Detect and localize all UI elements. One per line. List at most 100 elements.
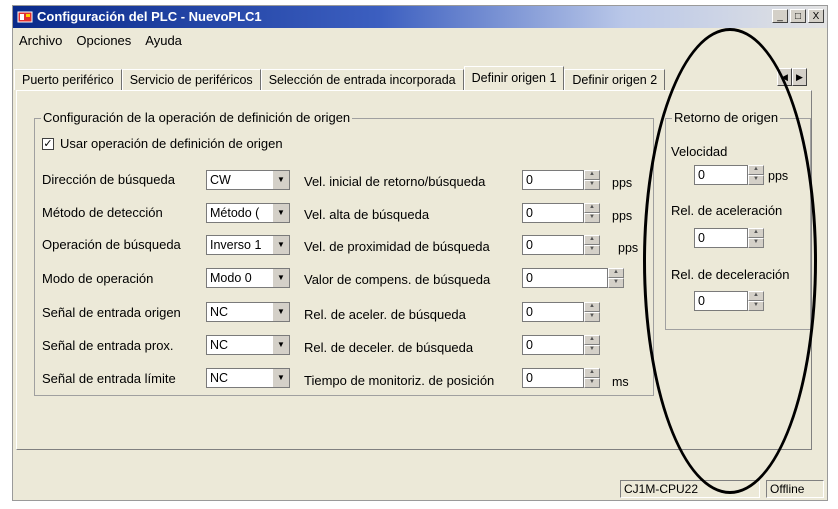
initial-speed-input[interactable]: 0 [522, 170, 584, 190]
decel-ratio-input[interactable]: 0 [522, 335, 584, 355]
detection-method-value: Método ( [210, 206, 260, 220]
tab-puerto-periferico[interactable]: Puerto periférico [14, 69, 122, 90]
menu-ayuda[interactable]: Ayuda [143, 33, 184, 48]
high-speed-spinner[interactable]: 0 ▲ ▼ [522, 203, 600, 223]
maximize-button[interactable]: □ [790, 9, 806, 23]
accel-ratio-label: Rel. de aceler. de búsqueda [304, 307, 466, 322]
use-origin-checkbox[interactable]: ✓ [42, 137, 54, 150]
direction-select[interactable]: CW ▼ [206, 170, 290, 190]
chevron-down-icon[interactable]: ▼ [272, 269, 289, 287]
position-monitor-spinner[interactable]: 0 ▲ ▼ [522, 368, 600, 388]
tab-definir-origen-2[interactable]: Definir origen 2 [564, 69, 666, 90]
spin-up-icon[interactable]: ▲ [584, 235, 600, 245]
tab-definir-origen-1[interactable]: Definir origen 1 [463, 66, 565, 90]
spin-down-icon[interactable]: ▼ [748, 238, 764, 248]
title-bar[interactable]: Configuración del PLC - NuevoPLC1 _ □ X [13, 6, 827, 28]
decel-rate-spinner[interactable]: 0 ▲ ▼ [694, 291, 764, 311]
spin-down-icon[interactable]: ▼ [584, 213, 600, 223]
detection-method-label: Método de detección [42, 205, 163, 220]
high-speed-label: Vel. alta de búsqueda [304, 207, 430, 222]
spin-down-icon[interactable]: ▼ [748, 175, 764, 185]
compensation-label: Valor de compens. de búsqueda [304, 272, 491, 287]
use-origin-label: Usar operación de definición de origen [60, 136, 283, 151]
velocity-input[interactable]: 0 [694, 165, 748, 185]
spin-up-icon[interactable]: ▲ [748, 291, 764, 301]
velocity-unit: pps [768, 169, 789, 183]
spin-down-icon[interactable]: ▼ [584, 378, 600, 388]
origin-signal-value: NC [210, 305, 229, 319]
position-monitor-unit: ms [612, 375, 629, 389]
spin-up-icon[interactable]: ▲ [748, 228, 764, 238]
operation-mode-select[interactable]: Modo 0 ▼ [206, 268, 290, 288]
proximity-speed-unit: pps [618, 241, 639, 255]
spin-up-icon[interactable]: ▲ [584, 302, 600, 312]
spin-down-icon[interactable]: ▼ [584, 180, 600, 190]
decel-rate-input[interactable]: 0 [694, 291, 748, 311]
chevron-down-icon[interactable]: ▼ [272, 171, 289, 189]
tab-scroll-left-icon[interactable]: ◀ [777, 68, 792, 86]
spin-down-icon[interactable]: ▼ [584, 312, 600, 322]
operation-mode-value: Modo 0 [210, 271, 252, 285]
spin-down-icon[interactable]: ▼ [608, 278, 624, 288]
chevron-down-icon[interactable]: ▼ [272, 303, 289, 321]
close-button[interactable]: X [808, 9, 824, 23]
detection-method-select[interactable]: Método ( ▼ [206, 203, 290, 223]
chevron-down-icon[interactable]: ▼ [272, 369, 289, 387]
limit-signal-select[interactable]: NC ▼ [206, 368, 290, 388]
spin-down-icon[interactable]: ▼ [584, 345, 600, 355]
tab-servicio-perifericos[interactable]: Servicio de periféricos [121, 69, 261, 90]
high-speed-unit: pps [612, 209, 633, 223]
tab-scroll-buttons: ◀ ▶ [777, 68, 807, 86]
proximity-speed-label: Vel. de proximidad de búsqueda [304, 239, 490, 254]
return-origin-title: Retorno de origen [672, 110, 781, 125]
proximity-speed-spinner[interactable]: 0 ▲ ▼ [522, 235, 600, 255]
plc-app-icon [17, 11, 33, 23]
origin-signal-select[interactable]: NC ▼ [206, 302, 290, 322]
search-operation-value: Inverso 1 [210, 238, 262, 252]
spin-up-icon[interactable]: ▲ [584, 368, 600, 378]
status-cpu: CJ1M-CPU22 [620, 480, 760, 498]
spin-up-icon[interactable]: ▲ [584, 335, 600, 345]
minimize-button[interactable]: _ [772, 9, 788, 23]
chevron-down-icon[interactable]: ▼ [272, 336, 289, 354]
chevron-down-icon[interactable]: ▼ [272, 236, 289, 254]
proximity-speed-input[interactable]: 0 [522, 235, 584, 255]
accel-rate-label: Rel. de aceleración [671, 203, 783, 218]
prox-signal-select[interactable]: NC ▼ [206, 335, 290, 355]
limit-signal-label: Señal de entrada límite [42, 371, 176, 386]
search-operation-select[interactable]: Inverso 1 ▼ [206, 235, 290, 255]
tab-seleccion-entrada[interactable]: Selección de entrada incorporada [260, 69, 464, 90]
menu-opciones[interactable]: Opciones [74, 33, 133, 48]
tab-strip: Puerto periférico Servicio de periférico… [14, 66, 666, 90]
status-mode: Offline [766, 480, 824, 498]
prox-signal-label: Señal de entrada prox. [42, 338, 174, 353]
spin-up-icon[interactable]: ▲ [584, 203, 600, 213]
spin-down-icon[interactable]: ▼ [584, 245, 600, 255]
initial-speed-unit: pps [612, 176, 633, 190]
decel-rate-label: Rel. de deceleración [671, 267, 790, 282]
operation-mode-label: Modo de operación [42, 271, 154, 286]
tab-scroll-right-icon[interactable]: ▶ [792, 68, 807, 86]
initial-speed-spinner[interactable]: 0 ▲ ▼ [522, 170, 600, 190]
compensation-input[interactable]: 0 [522, 268, 608, 288]
velocity-spinner[interactable]: 0 ▲ ▼ [694, 165, 764, 185]
position-monitor-input[interactable]: 0 [522, 368, 584, 388]
decel-ratio-spinner[interactable]: 0 ▲ ▼ [522, 335, 600, 355]
menu-archivo[interactable]: Archivo [17, 33, 64, 48]
spin-up-icon[interactable]: ▲ [748, 165, 764, 175]
decel-ratio-label: Rel. de deceler. de búsqueda [304, 340, 474, 355]
spin-down-icon[interactable]: ▼ [748, 301, 764, 311]
accel-rate-spinner[interactable]: 0 ▲ ▼ [694, 228, 764, 248]
accel-ratio-input[interactable]: 0 [522, 302, 584, 322]
chevron-down-icon[interactable]: ▼ [272, 204, 289, 222]
accel-ratio-spinner[interactable]: 0 ▲ ▼ [522, 302, 600, 322]
spin-up-icon[interactable]: ▲ [584, 170, 600, 180]
prox-signal-value: NC [210, 338, 229, 352]
window-title: Configuración del PLC - NuevoPLC1 [37, 9, 262, 24]
spin-up-icon[interactable]: ▲ [608, 268, 624, 278]
compensation-spinner[interactable]: 0 ▲ ▼ [522, 268, 624, 288]
accel-rate-input[interactable]: 0 [694, 228, 748, 248]
use-origin-checkbox-row[interactable]: ✓ Usar operación de definición de origen [42, 136, 283, 151]
origin-signal-label: Señal de entrada origen [42, 305, 181, 320]
high-speed-input[interactable]: 0 [522, 203, 584, 223]
